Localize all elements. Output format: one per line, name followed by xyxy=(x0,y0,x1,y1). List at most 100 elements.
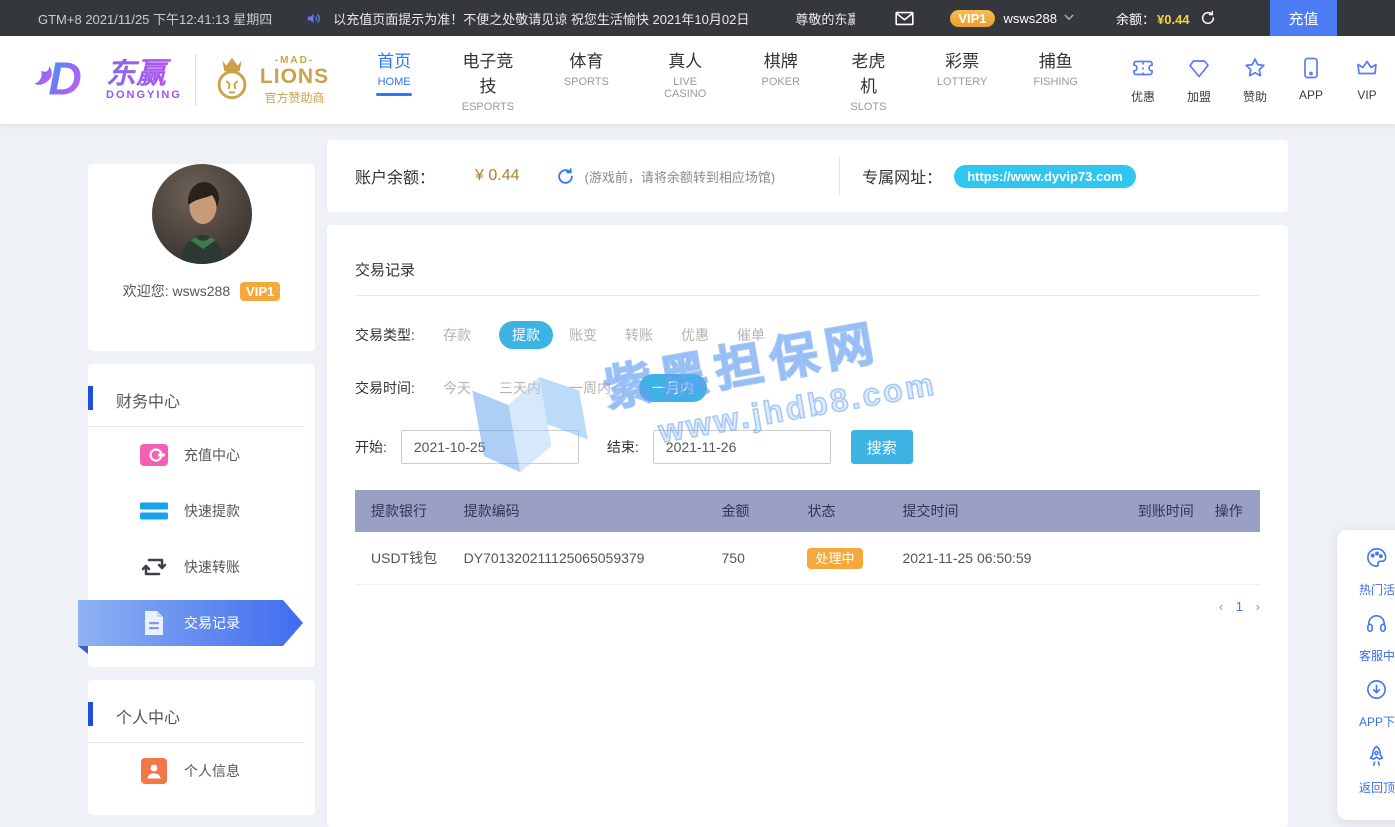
balance-hint: (游戏前，请将余额转到相应场馆) xyxy=(585,167,776,186)
pagination: ‹ 1 › xyxy=(355,599,1260,614)
logo-divider xyxy=(195,54,196,106)
mail-icon[interactable] xyxy=(895,11,914,26)
chevron-down-icon[interactable] xyxy=(1064,12,1074,24)
profile-card: 欢迎您: wsws288 VIP1 xyxy=(88,164,315,351)
nav-item-slots[interactable]: 老虎机 SLOTS xyxy=(823,47,914,113)
type-option-reminder[interactable]: 催单 xyxy=(737,325,765,345)
palette-icon xyxy=(1365,546,1395,574)
back-to-top-button[interactable]: 返回顶部 xyxy=(1337,744,1395,796)
type-filter-label: 交易类型: xyxy=(355,325,443,345)
type-option-withdraw[interactable]: 提款 xyxy=(499,321,553,349)
nav-item-promotions[interactable]: 优惠 xyxy=(1115,56,1171,105)
type-option-promo[interactable]: 优惠 xyxy=(681,325,709,345)
end-date-input[interactable] xyxy=(653,430,831,464)
nav-item-fishing[interactable]: 捕鱼 FISHING xyxy=(1010,47,1101,113)
svg-text:D: D xyxy=(48,52,81,104)
nav-item-vip[interactable]: VIP xyxy=(1339,56,1395,105)
brand-d-icon: D xyxy=(28,50,102,111)
status-badge: 处理中 xyxy=(807,548,862,569)
balance-label: 余额： xyxy=(1116,12,1155,27)
refresh-icon[interactable] xyxy=(1200,10,1216,26)
type-option-account-change[interactable]: 账变 xyxy=(569,325,597,345)
ticket-icon xyxy=(1131,67,1155,84)
balance-value: ¥0.44 xyxy=(1157,12,1190,27)
type-option-deposit[interactable]: 存款 xyxy=(443,325,471,345)
nav-item-app[interactable]: APP xyxy=(1283,56,1339,105)
search-button[interactable]: 搜索 xyxy=(851,430,913,464)
end-date-label: 结束: xyxy=(607,437,639,457)
time-option-3days[interactable]: 三天内 xyxy=(499,378,541,398)
recharge-button[interactable]: 充值 xyxy=(1270,0,1337,36)
navbar: D 东赢 DONGYING -MAD- LIONS 官方赞助商 xyxy=(0,36,1395,124)
cell-status: 处理中 xyxy=(807,532,902,584)
customer-service-button[interactable]: 客服中心 xyxy=(1337,612,1395,664)
col-withdraw-bank: 提款银行 xyxy=(355,490,464,532)
transaction-type-filter: 交易类型: 存款 提款 账变 转账 优惠 催单 xyxy=(355,321,1260,349)
cell-action xyxy=(1215,532,1260,584)
quick-access-panel: 热门活动 客服中心 APP下载 返回顶部 xyxy=(1337,530,1395,820)
time-filter-label: 交易时间: xyxy=(355,378,443,398)
username-menu[interactable]: wsws288 xyxy=(1004,11,1057,26)
lion-badge-icon xyxy=(209,53,255,108)
time-option-today[interactable]: 今天 xyxy=(443,378,471,398)
sidebar-item-personal-info[interactable]: 个人信息 xyxy=(88,743,315,799)
nav-item-lottery[interactable]: 彩票 LOTTERY xyxy=(914,47,1011,113)
page-number[interactable]: 1 xyxy=(1236,599,1243,614)
finance-menu-card: 财务中心 充值中心 快速提款 快速转账 xyxy=(88,364,315,667)
nav-item-affiliate[interactable]: 加盟 xyxy=(1171,56,1227,105)
cell-submit-time: 2021-11-25 06:50:59 xyxy=(903,532,1138,584)
sponsor-logo: -MAD- LIONS 官方赞助商 xyxy=(209,53,329,108)
table-header-row: 提款银行 提款编码 金额 状态 提交时间 到账时间 操作 xyxy=(355,490,1260,532)
person-icon xyxy=(140,758,168,784)
transaction-records-card: 交易记录 交易类型: 存款 提款 账变 转账 优惠 催单 交易时间: 今天 三天… xyxy=(327,225,1288,827)
refresh-balance-icon[interactable] xyxy=(556,167,575,186)
divider xyxy=(355,295,1260,296)
time-option-month[interactable]: 一月内 xyxy=(639,374,707,402)
sponsor-name: LIONS xyxy=(260,66,329,87)
sidebar-item-transaction-records-wrap: 交易记录 xyxy=(88,595,315,651)
start-date-input[interactable] xyxy=(401,430,579,464)
brand-name-cn: 东赢 xyxy=(106,59,182,89)
nav-item-sports[interactable]: 体育 SPORTS xyxy=(541,47,632,113)
sidebar-item-quick-transfer[interactable]: 快速转账 xyxy=(88,539,315,595)
sponsor-tag: -MAD- xyxy=(260,55,329,66)
next-page-button[interactable]: › xyxy=(1256,599,1260,614)
brand-name-en: DONGYING xyxy=(106,89,182,101)
account-balance-label: 账户余额： xyxy=(355,164,435,188)
section-title-personal: 个人中心 xyxy=(88,680,315,742)
crown-icon xyxy=(1355,67,1379,84)
site-logo[interactable]: D 东赢 DONGYING -MAD- LIONS 官方赞助商 xyxy=(28,50,329,111)
col-arrive-time: 到账时间 xyxy=(1138,490,1215,532)
cell-bank: USDT钱包 xyxy=(355,532,464,584)
prev-page-button[interactable]: ‹ xyxy=(1219,599,1223,614)
time-option-week[interactable]: 一周内 xyxy=(569,378,611,398)
app-download-button[interactable]: APP下载 xyxy=(1337,678,1395,730)
sidebar-item-recharge-center[interactable]: 充值中心 xyxy=(88,427,315,483)
main-nav: 首页 HOME 电子竞技 ESPORTS 体育 SPORTS 真人 LIVE C… xyxy=(353,47,1101,113)
nav-item-poker[interactable]: 棋牌 POKER xyxy=(739,47,824,113)
date-range-row: 开始: 结束: 搜索 xyxy=(355,430,1260,464)
transactions-table: 提款银行 提款编码 金额 状态 提交时间 到账时间 操作 USDT钱包 DY70… xyxy=(355,490,1260,585)
nav-item-sponsorship[interactable]: 赞助 xyxy=(1227,56,1283,105)
phone-icon xyxy=(1299,67,1323,84)
topbar: GTM+8 2021/11/25 下午12:41:13 星期四 以充值页面提示为… xyxy=(0,0,1395,36)
nav-item-live-casino[interactable]: 真人 LIVE CASINO xyxy=(632,47,739,113)
nav-item-esports[interactable]: 电子竞技 ESPORTS xyxy=(435,47,541,113)
clock-text: GTM+8 2021/11/25 下午12:41:13 星期四 xyxy=(38,9,272,28)
sidebar-item-quick-withdraw[interactable]: 快速提款 xyxy=(88,483,315,539)
transaction-time-filter: 交易时间: 今天 三天内 一周内 一月内 xyxy=(355,374,1260,402)
personal-menu-card: 个人中心 个人信息 xyxy=(88,680,315,815)
diamond-icon xyxy=(1187,67,1211,84)
sidebar-item-transaction-records[interactable]: 交易记录 xyxy=(78,600,303,646)
exclusive-url-badge[interactable]: https://www.dyvip73.com xyxy=(954,165,1136,188)
type-option-transfer[interactable]: 转账 xyxy=(625,325,653,345)
hot-activities-button[interactable]: 热门活动 xyxy=(1337,546,1395,598)
nav-item-home[interactable]: 首页 HOME xyxy=(353,47,435,113)
headset-icon xyxy=(1365,612,1395,640)
col-submit-time: 提交时间 xyxy=(903,490,1138,532)
account-balance-bar: 账户余额： ¥ 0.44 (游戏前，请将余额转到相应场馆) 专属网址： http… xyxy=(327,140,1288,212)
table-row: USDT钱包 DY701320211125065059379 750 处理中 2… xyxy=(355,532,1260,584)
recharge-card-icon xyxy=(140,444,168,466)
section-title-finance: 财务中心 xyxy=(88,364,315,426)
avatar xyxy=(152,164,252,264)
